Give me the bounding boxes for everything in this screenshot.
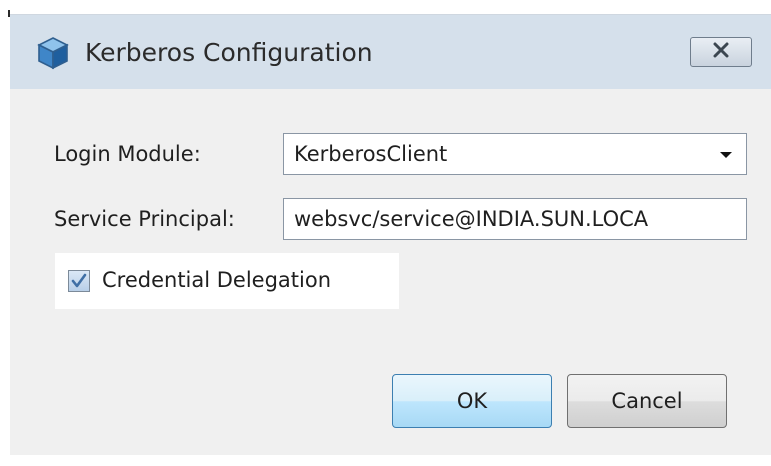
- credential-delegation-label[interactable]: Credential Delegation: [102, 267, 331, 293]
- close-button[interactable]: [690, 37, 752, 67]
- login-module-select[interactable]: KerberosClient: [283, 133, 747, 175]
- dialog-content: Login Module: KerberosClient Service Pri…: [10, 89, 771, 455]
- service-principal-field[interactable]: websvc/service@INDIA.SUN.LOCA: [283, 198, 747, 240]
- ok-button[interactable]: OK: [392, 374, 552, 428]
- service-principal-label: Service Principal:: [54, 207, 235, 231]
- credential-delegation-checkbox[interactable]: [68, 270, 90, 292]
- close-x-icon: [710, 42, 732, 62]
- service-principal-value: websvc/service@INDIA.SUN.LOCA: [294, 207, 649, 231]
- screen: Kerberos Configuration Login Module: Ker…: [0, 0, 771, 466]
- kerberos-configuration-dialog: Kerberos Configuration Login Module: Ker…: [10, 14, 771, 455]
- cancel-button[interactable]: Cancel: [567, 374, 727, 428]
- chevron-down-icon[interactable]: [716, 144, 736, 164]
- login-module-label: Login Module:: [54, 142, 201, 166]
- title-bar[interactable]: Kerberos Configuration: [10, 15, 771, 89]
- credential-delegation-panel: Credential Delegation: [55, 253, 399, 309]
- window-title: Kerberos Configuration: [85, 38, 373, 67]
- login-module-value: KerberosClient: [294, 142, 448, 166]
- cube-icon: [35, 35, 71, 71]
